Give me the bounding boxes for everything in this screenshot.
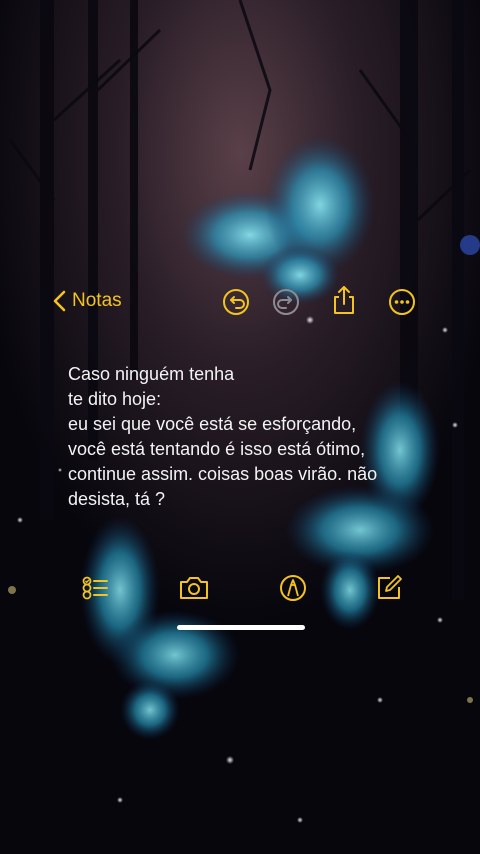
markup-icon <box>280 575 306 601</box>
bottom-toolbar <box>0 570 480 606</box>
note-line: você está tentando é isso está ótimo, <box>68 439 366 459</box>
share-button[interactable] <box>327 283 361 317</box>
more-button[interactable] <box>385 285 419 319</box>
compose-icon <box>378 575 402 599</box>
chevron-left-icon <box>53 290 66 312</box>
camera-button[interactable] <box>177 571 211 605</box>
note-body[interactable]: Caso ninguém tenha te dito hoje: eu sei … <box>68 362 428 512</box>
redo-button[interactable] <box>269 285 303 319</box>
undo-icon <box>223 289 249 315</box>
top-toolbar: Notas <box>0 282 480 322</box>
note-line: desista, tá ? <box>68 489 166 509</box>
note-line: continue assim. coisas boas virão. não <box>68 464 378 484</box>
checklist-button[interactable] <box>78 571 112 605</box>
more-icon <box>389 289 415 315</box>
home-indicator[interactable] <box>177 625 305 630</box>
note-line: Caso ninguém tenha <box>68 364 235 384</box>
markup-button[interactable] <box>276 571 310 605</box>
compose-button[interactable] <box>372 571 406 605</box>
checklist-icon <box>82 576 108 600</box>
back-label: Notas <box>72 290 122 311</box>
camera-icon <box>180 577 208 599</box>
share-icon <box>334 286 354 314</box>
note-line: te dito hoje: <box>68 389 162 409</box>
note-line: eu sei que você está se esforçando, <box>68 414 357 434</box>
redo-icon <box>273 289 299 315</box>
undo-button[interactable] <box>219 285 253 319</box>
back-button[interactable]: Notas <box>52 284 122 318</box>
